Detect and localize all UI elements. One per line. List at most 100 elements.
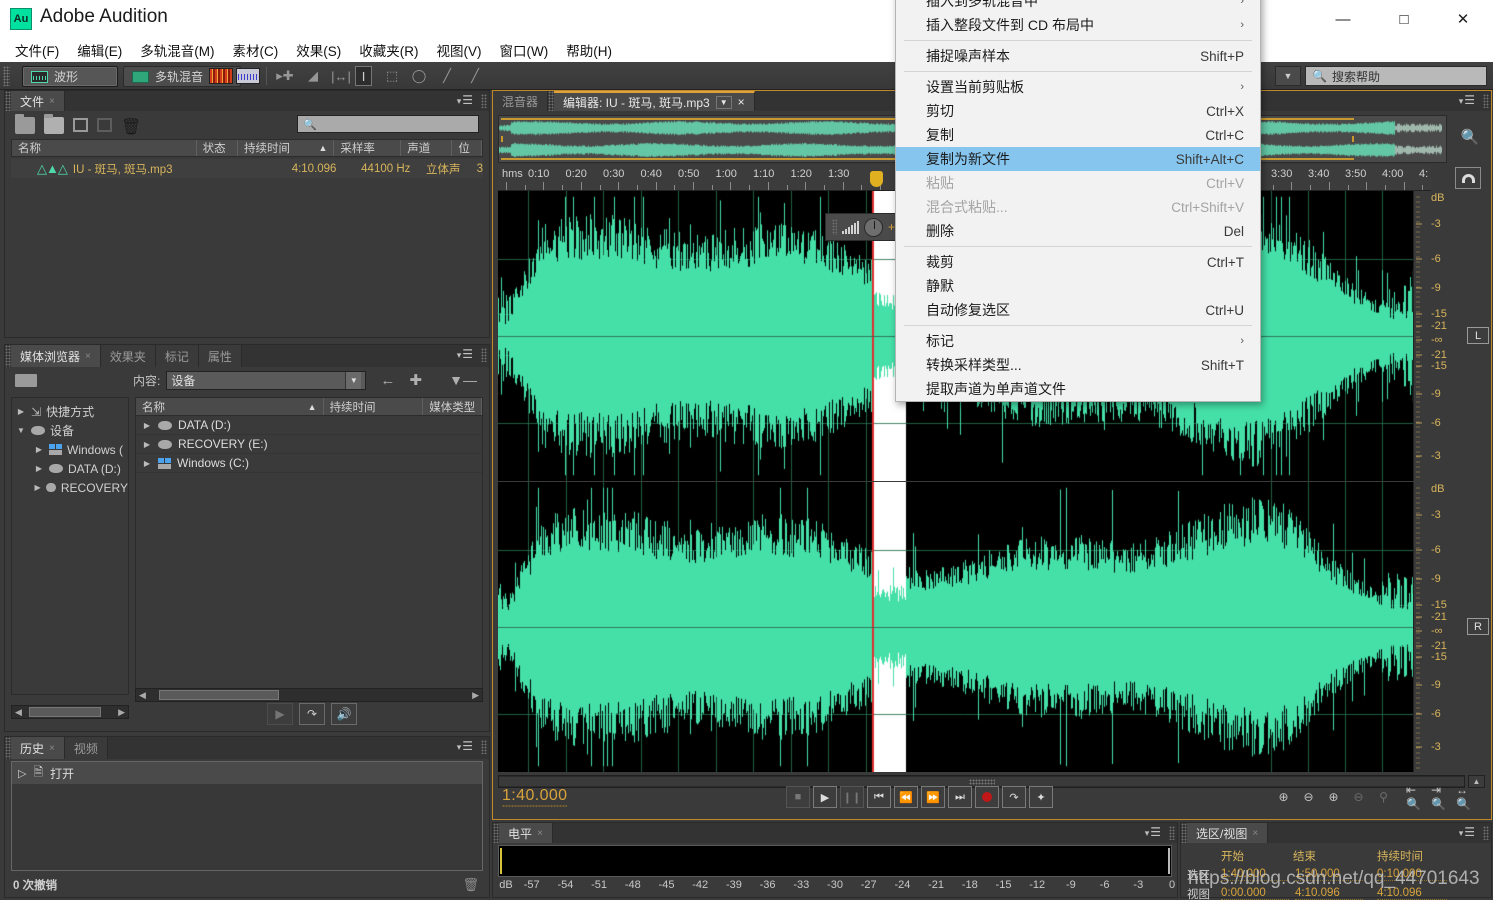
tab-editor[interactable]: 编辑器: IU - 斑马, 斑马.mp3 ▼ ×	[554, 91, 755, 111]
metronome-button[interactable]: ✦	[1029, 786, 1053, 808]
filter-icon[interactable]: ▼—	[449, 372, 477, 388]
waveform-channel-right[interactable]	[498, 482, 1431, 772]
context-menu[interactable]: 插入到多轨混音中 › 插入整段文件到 CD 布局中 › 捕捉噪声样本 Shift+P 设置当…	[895, 0, 1261, 402]
view-mode-icon[interactable]	[15, 373, 37, 387]
media-browser-edge-grip[interactable]	[481, 348, 487, 362]
list-item[interactable]: ▶ Windows (C:)	[136, 454, 482, 473]
tab-selection-view[interactable]: 选区/视图 ×	[1187, 823, 1269, 843]
new-file-icon[interactable]	[73, 118, 88, 132]
scroll-left-icon[interactable]: ◀	[12, 707, 25, 718]
pause-button[interactable]: ❙❙	[840, 786, 864, 808]
tree-item-data[interactable]: ▶ DATA (D:)	[12, 459, 128, 478]
editor-panel-menu-icon[interactable]: ☰	[1459, 94, 1475, 106]
lasso-select-tool-icon[interactable]: ◯	[408, 67, 430, 85]
back-arrow-icon[interactable]: ←	[380, 372, 395, 389]
files-col-status[interactable]: 状态	[197, 140, 239, 156]
media-browser-tree[interactable]: ▶ ⇲ 快捷方式 ▼ 设备 ▶ Windows ( ▶ DATA (D:) ▶	[11, 397, 129, 695]
content-dropdown[interactable]: 设备 ▼	[166, 370, 367, 390]
context-menu-item[interactable]: 裁剪 Ctrl+T	[896, 250, 1260, 274]
rewind-button[interactable]: ⏪	[894, 786, 918, 808]
scroll-left-icon[interactable]: ◀	[136, 690, 149, 701]
context-menu-item[interactable]: 设置当前剪贴板 ›	[896, 75, 1260, 99]
context-menu-item[interactable]: 静默	[896, 274, 1260, 298]
zoom-in-time-icon[interactable]: ⊕	[1323, 787, 1344, 807]
marquee-select-tool-icon[interactable]: ⬚	[381, 67, 403, 85]
tab-media-browser[interactable]: 媒体浏览器 ×	[11, 345, 101, 367]
media-browser-menu-icon[interactable]: ☰	[457, 348, 473, 360]
skip-to-start-button[interactable]: ⏮	[867, 786, 891, 808]
chevron-down-icon[interactable]: ▼	[715, 95, 732, 109]
files-search-input[interactable]: 🔍	[297, 115, 479, 133]
selection-view-edge-grip[interactable]	[1483, 826, 1489, 840]
paintbrush-select-tool-icon[interactable]: ╱	[436, 67, 458, 85]
context-menu-item[interactable]: 复制为新文件 Shift+Alt+C	[896, 147, 1260, 171]
level-meter[interactable]	[498, 845, 1172, 877]
move-tool-icon[interactable]: ▸✚	[274, 67, 296, 85]
tree-item-windows[interactable]: ▶ Windows (	[12, 440, 128, 459]
history-panel-menu-icon[interactable]: ☰	[457, 740, 473, 752]
snapping-toggle-button[interactable]	[1455, 167, 1481, 189]
media-browser-horizontal-scrollbar[interactable]: ◀ ▶	[135, 688, 483, 702]
list-item[interactable]: ▶ DATA (D:)	[136, 416, 482, 435]
menu-view[interactable]: 视图(V)	[428, 38, 491, 62]
context-menu-item[interactable]: 删除 Del	[896, 219, 1260, 243]
volume-button[interactable]: 🔊	[331, 703, 357, 725]
files-col-name[interactable]: 名称	[12, 140, 197, 156]
fast-forward-button[interactable]: ⏩	[921, 786, 945, 808]
tree-item-recovery[interactable]: ▶ RECOVERY	[12, 478, 128, 497]
scrollbar-thumb[interactable]	[29, 707, 101, 717]
menu-help[interactable]: 帮助(H)	[557, 38, 621, 62]
playhead-marker[interactable]	[870, 171, 883, 187]
list-item[interactable]: ▶ RECOVERY (E:)	[136, 435, 482, 454]
play-button[interactable]: ▶	[813, 786, 837, 808]
tree-item-shortcuts[interactable]: ▶ ⇲ 快捷方式	[12, 402, 128, 421]
media-browser-tree-scrollbar[interactable]: ◀ ▶	[11, 705, 129, 719]
levels-panel-edge-grip[interactable]	[1169, 826, 1175, 840]
help-search-input[interactable]: 🔍 搜索帮助	[1305, 66, 1487, 86]
chevron-right-icon[interactable]: ▶	[142, 459, 152, 468]
menu-clip[interactable]: 素材(C)	[224, 38, 288, 62]
context-menu-item[interactable]: 插入到多轨混音中 ›	[896, 0, 1260, 13]
menu-favorites[interactable]: 收藏夹(R)	[350, 38, 427, 62]
chevron-right-icon[interactable]: ▶	[34, 483, 41, 492]
levels-panel-menu-icon[interactable]: ☰	[1145, 826, 1161, 838]
tree-item-devices[interactable]: ▼ 设备	[12, 421, 128, 440]
delete-file-icon[interactable]: 🗑	[121, 117, 141, 136]
scrollbar-grip[interactable]	[968, 779, 995, 785]
zoom-out-full-icon[interactable]: ⚲	[1373, 787, 1394, 807]
waveform-mode-button[interactable]: 波形	[22, 66, 118, 87]
channel-right-button[interactable]: R	[1467, 618, 1489, 635]
spectral-frequency-icon[interactable]	[209, 68, 233, 84]
context-menu-item[interactable]: 提取声道为单声道文件	[896, 377, 1260, 401]
scroll-right-icon[interactable]: ▶	[115, 707, 128, 718]
spectral-pitch-icon[interactable]	[236, 68, 260, 84]
close-icon[interactable]: ×	[738, 95, 745, 109]
menu-window[interactable]: 窗口(W)	[491, 38, 558, 62]
close-icon[interactable]: ×	[49, 96, 55, 107]
zoom-to-selection-icon[interactable]: ⇤🔍	[1406, 783, 1427, 811]
zoom-in-left-icon[interactable]: ⇥🔍	[1431, 783, 1452, 811]
stop-button[interactable]: ■	[786, 786, 810, 808]
zoom-out-amplitude-icon[interactable]: ⊖	[1298, 787, 1319, 807]
tab-mixer[interactable]: 混音器	[493, 91, 549, 111]
tab-files[interactable]: 文件 ×	[11, 91, 65, 111]
tab-video[interactable]: 视频	[64, 737, 108, 759]
editor-panel-edge-grip[interactable]	[1483, 94, 1489, 108]
loop-button[interactable]: ↷	[1002, 786, 1026, 808]
workspace-dropdown[interactable]: ▼	[1275, 66, 1301, 86]
files-col-bits[interactable]: 位	[452, 140, 482, 156]
zoom-out-time-icon[interactable]: ⊖	[1348, 787, 1369, 807]
menu-file[interactable]: 文件(F)	[6, 38, 68, 62]
record-button[interactable]	[975, 786, 999, 808]
context-menu-item[interactable]: 转换采样类型... Shift+T	[896, 353, 1260, 377]
tab-history[interactable]: 历史 ×	[11, 737, 65, 759]
close-icon[interactable]: ×	[1252, 828, 1258, 839]
chevron-down-icon[interactable]: ▼	[16, 426, 26, 435]
import-file-icon[interactable]	[44, 113, 64, 134]
toolbar-grip[interactable]	[3, 66, 10, 86]
tab-levels[interactable]: 电平 ×	[499, 823, 553, 843]
chevron-right-icon[interactable]: ▶	[16, 407, 26, 416]
menu-edit[interactable]: 编辑(E)	[68, 38, 131, 62]
open-file-icon[interactable]	[15, 113, 35, 134]
mb-col-duration[interactable]: 持续时间	[324, 398, 424, 415]
